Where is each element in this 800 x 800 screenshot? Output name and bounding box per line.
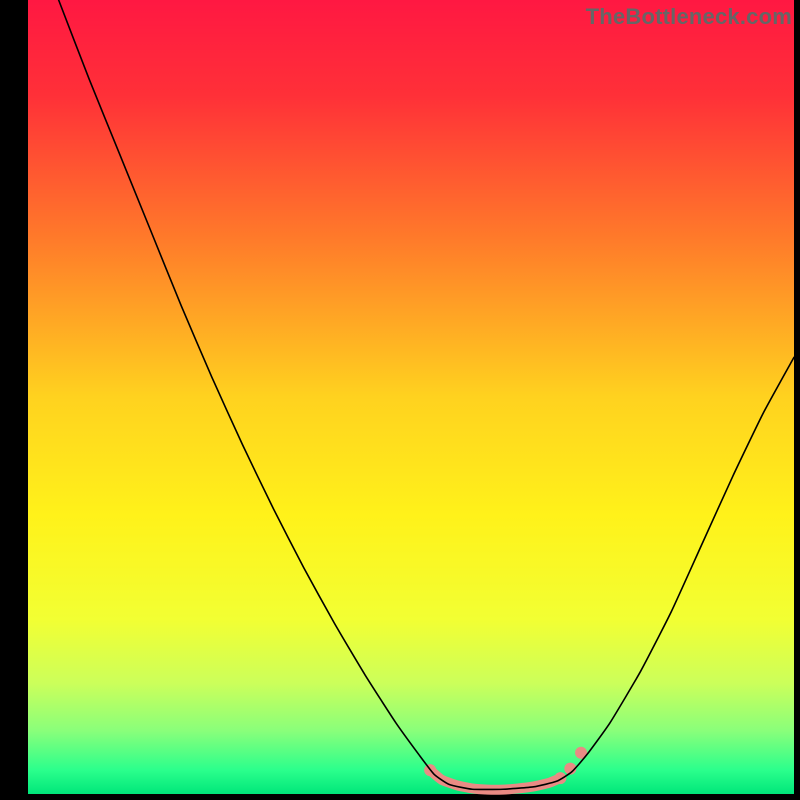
gradient-background xyxy=(28,0,794,794)
chart-frame: TheBottleneck.com xyxy=(0,0,800,800)
highlight-dot-1 xyxy=(554,772,566,784)
bottleneck-chart xyxy=(0,0,800,800)
